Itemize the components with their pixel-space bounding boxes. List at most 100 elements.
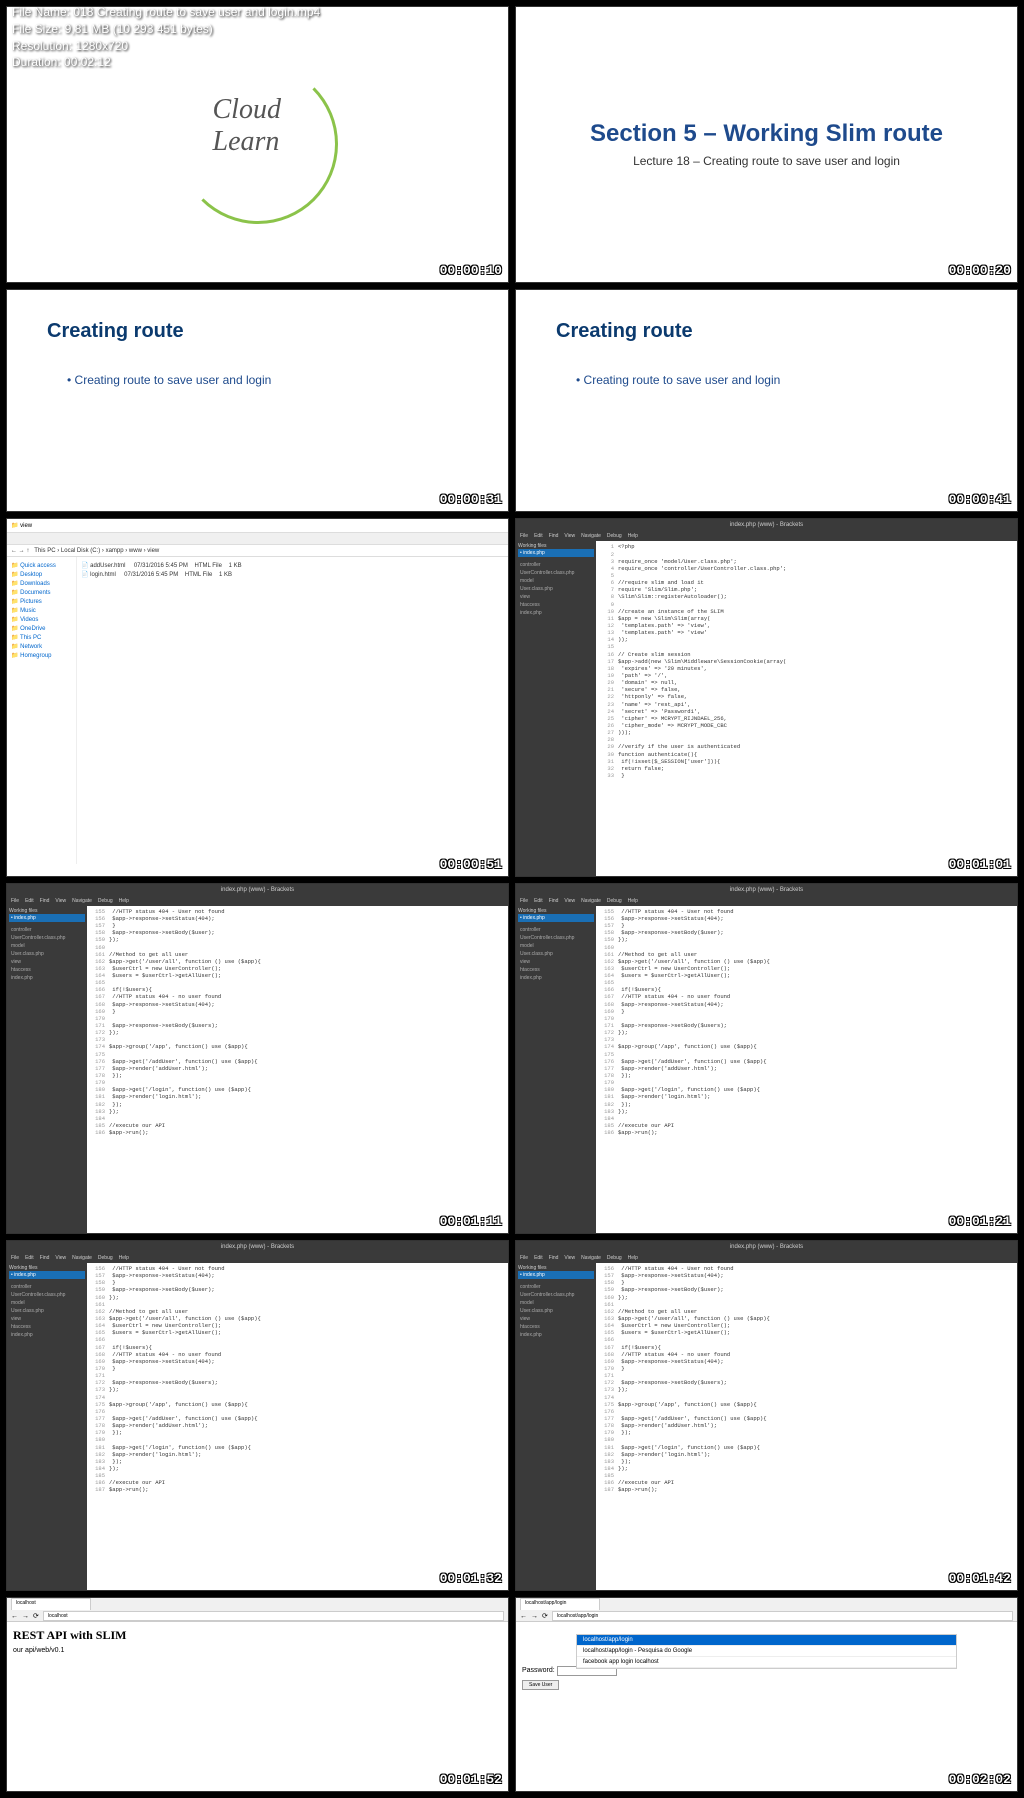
sidebar-item[interactable]: 📁 Desktop [11,570,72,579]
menu-item[interactable]: Debug [98,898,113,904]
menu-item[interactable]: File [11,1255,19,1261]
menu-item[interactable]: Find [40,898,50,904]
file-tree-item[interactable]: htaccess [518,1323,594,1331]
menu-item[interactable]: Debug [98,1255,113,1261]
menu-item[interactable]: Edit [534,1255,543,1261]
reload-icon[interactable]: ⟳ [33,1612,39,1620]
sidebar-item[interactable]: 📁 Quick access [11,561,72,570]
menu-item[interactable]: Help [628,898,638,904]
active-file[interactable]: • index.php [518,1271,594,1279]
menu-item[interactable]: Debug [607,533,622,539]
active-file[interactable]: • index.php [9,1271,85,1279]
file-tree-item[interactable]: view [9,958,85,966]
file-tree-item[interactable]: htaccess [518,966,594,974]
file-tree-item[interactable]: UserController.class.php [518,569,594,577]
reload-icon[interactable]: ⟳ [542,1612,548,1620]
file-tree-item[interactable]: User.class.php [9,1307,85,1315]
url-suggestion[interactable]: localhost/app/login - Pesquisa do Google [577,1646,956,1657]
thumbnail-2[interactable]: Creating route • Creating route to save … [6,289,509,513]
thumbnail-7[interactable]: index.php (www) - Brackets FileEditFindV… [515,883,1018,1234]
url-suggestion[interactable]: facebook app login localhost [577,1657,956,1668]
sidebar-item[interactable]: 📁 OneDrive [11,624,72,633]
menu-item[interactable]: Navigate [72,898,92,904]
code-editor[interactable]: 156 //HTTP status 404 - User not found15… [596,1263,1017,1590]
address-bar[interactable]: localhost [43,1611,504,1621]
menu-item[interactable]: Edit [534,533,543,539]
menu-item[interactable]: Navigate [581,1255,601,1261]
file-tree-item[interactable]: model [518,577,594,585]
menu-item[interactable]: Edit [25,898,34,904]
menu-item[interactable]: Help [119,898,129,904]
file-tree-item[interactable]: index.php [518,1331,594,1339]
file-tree-item[interactable]: index.php [518,974,594,982]
sidebar-item[interactable]: 📁 Documents [11,588,72,597]
thumbnail-5[interactable]: index.php (www) - Brackets FileEditFindV… [515,518,1018,876]
code-editor[interactable]: 155 //HTTP status 404 - User not found15… [87,906,508,1233]
file-tree-item[interactable]: controller [518,561,594,569]
forward-icon[interactable]: → [531,1613,538,1620]
explorer-path[interactable]: ← → ↑ This PC › Local Disk (C:) › xampp … [7,545,508,557]
file-tree-item[interactable]: UserController.class.php [9,934,85,942]
file-tree-item[interactable]: htaccess [518,601,594,609]
menu-item[interactable]: Help [119,1255,129,1261]
menu-item[interactable]: Navigate [581,533,601,539]
sidebar-item[interactable]: 📁 Videos [11,615,72,624]
menu-item[interactable]: Edit [534,898,543,904]
menu-item[interactable]: View [564,533,575,539]
menu-item[interactable]: File [520,898,528,904]
menu-item[interactable]: View [55,1255,66,1261]
thumbnail-6[interactable]: index.php (www) - Brackets FileEditFindV… [6,883,509,1234]
file-tree-item[interactable]: model [518,942,594,950]
menu-item[interactable]: Find [549,533,559,539]
forward-icon[interactable]: → [22,1613,29,1620]
browser-tab[interactable]: localhost/app/login [520,1598,600,1610]
active-file[interactable]: • index.php [9,914,85,922]
browser-tab[interactable]: localhost [11,1598,91,1610]
code-editor[interactable]: 156 //HTTP status 404 - User not found15… [87,1263,508,1590]
file-tree-item[interactable]: UserController.class.php [518,934,594,942]
back-icon[interactable]: ← [11,1613,18,1620]
thumbnail-9[interactable]: index.php (www) - Brackets FileEditFindV… [515,1240,1018,1591]
file-tree-item[interactable]: User.class.php [9,950,85,958]
file-tree-item[interactable]: index.php [9,1331,85,1339]
menu-item[interactable]: View [55,898,66,904]
active-file[interactable]: • index.php [518,914,594,922]
file-tree-item[interactable]: view [9,1315,85,1323]
url-suggestion[interactable]: localhost/app/login [577,1635,956,1646]
thumbnail-11[interactable]: localhost/app/login ← → ⟳ localhost/app/… [515,1597,1018,1792]
thumbnail-8[interactable]: index.php (www) - Brackets FileEditFindV… [6,1240,509,1591]
menu-item[interactable]: Find [549,1255,559,1261]
code-editor[interactable]: 155 //HTTP status 404 - User not found15… [596,906,1017,1233]
file-tree-item[interactable]: User.class.php [518,1307,594,1315]
file-tree-item[interactable]: controller [518,926,594,934]
file-tree-item[interactable]: htaccess [9,1323,85,1331]
menu-item[interactable]: Help [628,533,638,539]
sidebar-item[interactable]: 📁 Pictures [11,597,72,606]
file-tree-item[interactable]: controller [518,1283,594,1291]
file-tree-item[interactable]: htaccess [9,966,85,974]
menu-item[interactable]: Navigate [581,898,601,904]
file-tree-item[interactable]: index.php [9,974,85,982]
save-button[interactable]: Save User [522,1680,559,1690]
menu-item[interactable]: Navigate [72,1255,92,1261]
thumbnail-3[interactable]: Creating route • Creating route to save … [515,289,1018,513]
file-tree-item[interactable]: controller [9,1283,85,1291]
menu-item[interactable]: Debug [607,1255,622,1261]
menu-item[interactable]: View [564,898,575,904]
sidebar-item[interactable]: 📁 This PC [11,633,72,642]
file-tree-item[interactable]: view [518,958,594,966]
sidebar-item[interactable]: 📁 Music [11,606,72,615]
menu-item[interactable]: Find [549,898,559,904]
back-icon[interactable]: ← [520,1613,527,1620]
menu-item[interactable]: File [11,898,19,904]
address-bar[interactable]: localhost/app/login localhost/app/loginl… [552,1611,1013,1621]
file-tree-item[interactable]: UserController.class.php [518,1291,594,1299]
sidebar-item[interactable]: 📁 Homegroup [11,651,72,660]
thumbnail-4[interactable]: 📁 view ← → ↑ This PC › Local Disk (C:) ›… [6,518,509,876]
file-tree-item[interactable]: User.class.php [518,950,594,958]
file-row[interactable]: 📄 login.html 07/31/2016 5:45 PM HTML Fil… [81,570,504,579]
file-tree-item[interactable]: view [518,593,594,601]
thumbnail-10[interactable]: localhost ← → ⟳ localhost REST API with … [6,1597,509,1792]
file-tree-item[interactable]: index.php [518,609,594,617]
file-tree-item[interactable]: controller [9,926,85,934]
